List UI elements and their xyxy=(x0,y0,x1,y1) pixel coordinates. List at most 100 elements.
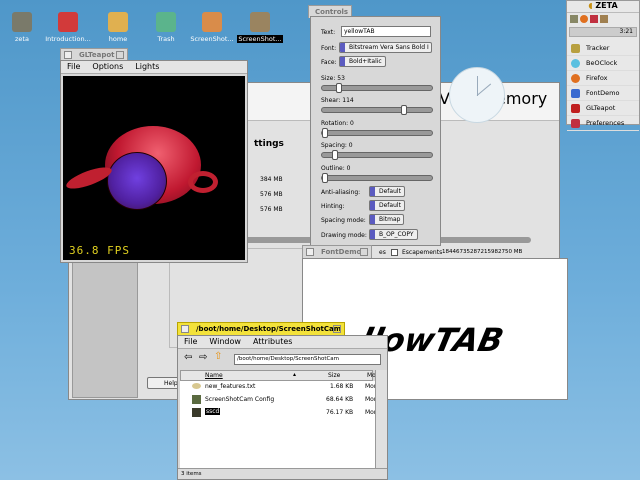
drawing-mode-popup[interactable]: B_OP_COPY xyxy=(369,229,418,240)
spacing-mode-popup[interactable]: Bitmap xyxy=(369,214,405,225)
face-popup[interactable]: Bold+Italic xyxy=(339,56,386,67)
desktop-icon-zeta[interactable]: zeta xyxy=(0,12,48,43)
file-row[interactable]: new_features.txt 1.68 KB Mon xyxy=(180,381,378,394)
firefox-icon xyxy=(571,73,580,83)
forward-icon[interactable]: ⇨ xyxy=(199,352,207,363)
camera-app-icon xyxy=(192,408,201,417)
swap-size-value: 18446735287215982750 MB xyxy=(442,249,523,255)
slider-knob[interactable] xyxy=(336,83,342,93)
physical-memory-value: 384 MB xyxy=(260,176,283,183)
firefox-tray-icon[interactable] xyxy=(580,15,588,23)
disk-icon xyxy=(12,12,32,32)
pdf-icon xyxy=(58,12,78,32)
zoom-box[interactable] xyxy=(360,248,368,256)
menu-options[interactable]: Options xyxy=(92,62,123,72)
teapot-lid xyxy=(107,152,167,210)
antialiasing-popup[interactable]: Default xyxy=(369,186,405,197)
deskbar-item-firefox[interactable]: Firefox xyxy=(567,71,639,86)
hinting-value: Default xyxy=(379,202,401,209)
item-label: GLTeapot xyxy=(586,104,616,112)
desktop-icon-screenshot-package[interactable]: ScreenShot... xyxy=(186,12,238,43)
file-row[interactable]: sscd 76.17 KB Mon xyxy=(180,407,378,420)
path-value: /boot/home/Desktop/ScreenShotCam xyxy=(237,356,340,362)
hinting-popup[interactable]: Default xyxy=(369,200,405,211)
fps-counter: 36.8 FPS xyxy=(69,244,130,257)
menu-file[interactable]: File xyxy=(67,62,80,72)
package-tray-icon[interactable] xyxy=(600,15,608,23)
sidebar-panel xyxy=(72,243,138,398)
controls-window: Text: yellowTAB Font: Bitstream Vera San… xyxy=(310,16,441,246)
gl-view[interactable]: 36.8 FPS xyxy=(63,76,245,260)
zeta-logo-icon: ◖ xyxy=(588,1,593,10)
up-icon[interactable]: ⇧ xyxy=(214,351,222,362)
deskbar-item-preferences[interactable]: Preferences xyxy=(567,116,639,131)
spacing-slider[interactable] xyxy=(321,150,433,160)
tracker-icon xyxy=(571,43,580,53)
desktop-icon-screenshot-folder[interactable]: ScreenShot... xyxy=(234,12,286,43)
deskbar-item-fontdemo[interactable]: FontDemo xyxy=(567,86,639,101)
escapements-checkbox[interactable] xyxy=(391,249,398,256)
deskbar-item-tracker[interactable]: Tracker xyxy=(567,41,639,56)
item-label: Tracker xyxy=(586,44,610,52)
size-label: Size: 53 xyxy=(321,75,345,82)
close-box[interactable] xyxy=(181,325,189,333)
zoom-box[interactable] xyxy=(116,51,124,59)
antialiasing-value: Default xyxy=(379,188,401,195)
font-popup[interactable]: Bitstream Vera Sans Bold I xyxy=(339,42,432,53)
desktop-icon-home[interactable]: home xyxy=(92,12,144,43)
tracker-tab[interactable]: /boot/home/Desktop/ScreenShotCam xyxy=(177,322,345,335)
close-box[interactable] xyxy=(64,51,72,59)
deskbar-item-glteapot[interactable]: GLTeapot xyxy=(567,101,639,116)
file-list: new_features.txt 1.68 KB Mon ScreenShotC… xyxy=(180,381,387,468)
preferences-tray-icon[interactable] xyxy=(590,15,598,23)
size-slider[interactable] xyxy=(321,83,433,93)
vertical-scrollbar[interactable] xyxy=(375,370,387,468)
item-label: Preferences xyxy=(586,119,625,127)
status-bar: 3 items xyxy=(178,468,387,479)
antialiasing-label: Anti-aliasing: xyxy=(321,189,361,196)
column-size[interactable]: Size xyxy=(328,372,340,379)
fontdemo-icon xyxy=(571,88,580,98)
settings-heading: ttings xyxy=(254,139,284,149)
slider-knob[interactable] xyxy=(332,150,338,160)
sort-arrow-icon: ▴ xyxy=(293,371,297,378)
path-field[interactable]: /boot/home/Desktop/ScreenShotCam xyxy=(234,354,381,365)
clock-time: 3:21 xyxy=(619,28,633,35)
slider-knob[interactable] xyxy=(322,128,328,138)
face-value: Bold+Italic xyxy=(349,58,382,65)
clock-minute-hand xyxy=(476,83,492,96)
zoom-box[interactable] xyxy=(333,325,341,333)
checkbox-label: es xyxy=(379,249,386,256)
clock-display[interactable]: 3:21 xyxy=(569,27,637,37)
file-name: new_features.txt xyxy=(205,383,256,390)
rotation-slider[interactable] xyxy=(321,128,433,138)
menu-window[interactable]: Window xyxy=(209,337,241,347)
fontdemo-tab[interactable]: FontDemo xyxy=(302,245,372,258)
column-name[interactable]: Name xyxy=(205,372,223,379)
beoclock-face[interactable] xyxy=(449,67,505,123)
network-icon[interactable] xyxy=(570,15,578,23)
zeta-menu-button[interactable]: ◖ ZETA xyxy=(567,1,639,13)
back-icon[interactable]: ⇦ xyxy=(184,352,192,363)
shear-slider[interactable] xyxy=(321,105,433,115)
deskbar-item-beoclock[interactable]: BeOClock xyxy=(567,56,639,71)
item-label: FontDemo xyxy=(586,89,620,97)
spacing-mode-value: Bitmap xyxy=(379,216,401,223)
menu-lights[interactable]: Lights xyxy=(135,62,159,72)
desktop-icon-introduction[interactable]: Introduction... xyxy=(42,12,94,43)
text-label: Text: xyxy=(321,29,336,36)
menu-attributes[interactable]: Attributes xyxy=(253,337,293,347)
slider-knob[interactable] xyxy=(401,105,407,115)
desktop-icon-trash[interactable]: Trash xyxy=(140,12,192,43)
text-input[interactable]: yellowTAB xyxy=(341,26,431,37)
menu-file[interactable]: File xyxy=(184,337,197,347)
window-title: GLTeapot xyxy=(79,51,115,59)
close-box[interactable] xyxy=(306,248,314,256)
slider-knob[interactable] xyxy=(322,173,328,183)
file-row[interactable]: ScreenShotCam Config 68.64 KB Mon xyxy=(180,394,378,407)
package-icon xyxy=(202,12,222,32)
hinting-label: Hinting: xyxy=(321,203,345,210)
window-title: FontDemo xyxy=(321,248,362,256)
outline-slider[interactable] xyxy=(321,173,433,183)
font-label: Font: xyxy=(321,45,337,52)
